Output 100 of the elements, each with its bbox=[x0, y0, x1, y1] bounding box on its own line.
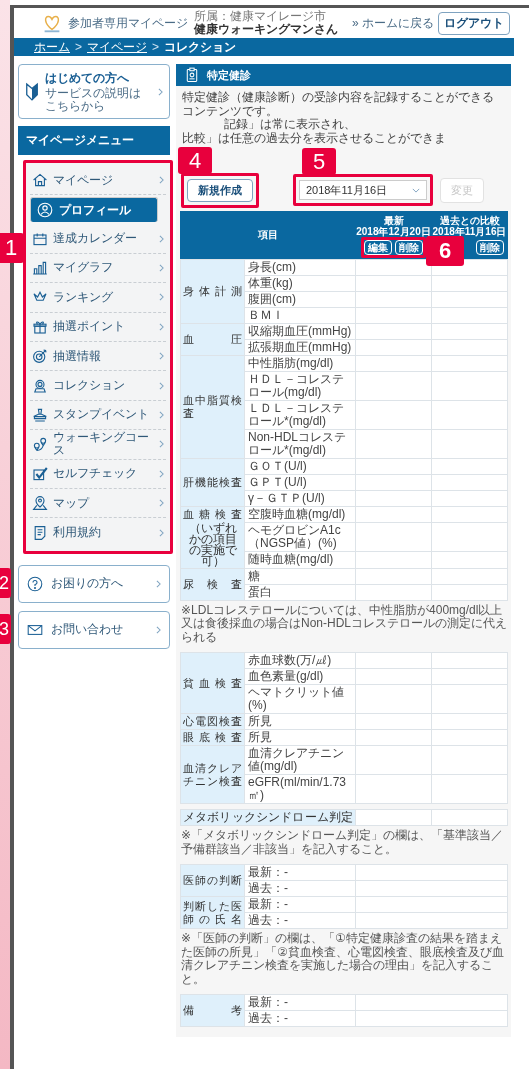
chevron-icon bbox=[159, 263, 164, 272]
clipboard-icon bbox=[186, 67, 198, 83]
group-cell: 貧血検査 bbox=[180, 652, 245, 714]
table-cell: 腹囲(cm) bbox=[244, 291, 356, 307]
group-cell: 肝機能検査 bbox=[180, 458, 245, 506]
menu-item[interactable]: コレクション bbox=[30, 371, 166, 401]
table-cell: ＧＯＴ(U/l) bbox=[244, 458, 356, 474]
location-pins-icon bbox=[32, 436, 48, 453]
chevron-icon bbox=[159, 293, 164, 302]
menu-heading: マイページメニュー bbox=[18, 126, 170, 155]
description-text: 比較」は任意の過去分を表示させることができま bbox=[182, 132, 446, 146]
table-cell: 最新：- bbox=[244, 994, 356, 1011]
menu-item[interactable]: 利用規約 bbox=[30, 518, 166, 548]
breadcrumb-link[interactable]: マイページ bbox=[87, 38, 147, 56]
group-cell: 血圧 bbox=[180, 323, 245, 355]
document-icon bbox=[32, 525, 48, 541]
bar-chart-icon bbox=[32, 259, 48, 276]
logout-button[interactable]: ログアウト bbox=[438, 11, 510, 35]
chevron-icon bbox=[159, 499, 164, 508]
intro-card[interactable]: はじめての方へ サービスの説明はこちらから bbox=[18, 64, 170, 119]
chevron-icon bbox=[159, 469, 164, 478]
table-cell: 拡張期血圧(mmHg) bbox=[244, 339, 356, 355]
table-cell: γ－ＧＴＰ(U/l) bbox=[244, 490, 356, 506]
group-cell: 尿検査 bbox=[180, 568, 245, 600]
footnote-text: ※「メタボリックシンドローム判定」の欄は、「基準該当／予備群該当／非該当」を記入すること。 bbox=[181, 829, 505, 856]
menu-item[interactable]: マイページ bbox=[30, 166, 166, 196]
breadcrumb-link[interactable]: ホーム bbox=[34, 38, 70, 56]
callout-badge: 1 bbox=[0, 233, 24, 263]
column-title: 最新 bbox=[383, 214, 404, 226]
table-cell: 体重(kg) bbox=[244, 275, 356, 291]
home-link[interactable]: » ホームに戻る bbox=[352, 14, 434, 32]
menu-item[interactable]: 抽選ポイント bbox=[30, 312, 166, 342]
menu-item[interactable]: マップ bbox=[30, 488, 166, 519]
callout-badge: 6 bbox=[426, 235, 464, 266]
table-cell: 過去：- bbox=[244, 912, 356, 929]
new-button[interactable]: 新規作成 bbox=[187, 178, 253, 202]
table-cell: 身長(cm) bbox=[244, 259, 356, 275]
description-text: 記録」は常に表示され、 bbox=[224, 117, 356, 131]
site-title: 参加者専用マイページ bbox=[68, 14, 188, 32]
affiliation-text: 所属：健康マイレージ市 bbox=[194, 10, 327, 23]
chevron-icon bbox=[159, 381, 164, 390]
menu-item[interactable]: プロフィール bbox=[30, 197, 158, 223]
footnote-text: ※LDLコレステロールについては、中性脂肪が400mg/dl以上又は食後採血の場合はNon-HDLコレステロールの測定に代えられる bbox=[181, 603, 507, 644]
group-cell: 備考 bbox=[180, 994, 245, 1027]
group-cell: 判断した医師の氏名 bbox=[180, 896, 245, 929]
group-cell: 血中脂質検査 bbox=[180, 355, 245, 458]
callout-badge: 5 bbox=[302, 148, 336, 175]
column-date: 2018年12月20日 bbox=[356, 225, 431, 237]
table-cell: 空腹時血糖(mg/dl) bbox=[244, 506, 356, 523]
chevron-icon bbox=[159, 352, 164, 361]
column-date: 2018年11月16日 bbox=[432, 225, 507, 237]
group-cell: 身体計測 bbox=[180, 259, 245, 323]
table-cell: 血色素量(g/dl) bbox=[244, 668, 356, 685]
menu-item[interactable]: 抽選情報 bbox=[30, 341, 166, 372]
table-cell: 最新：- bbox=[244, 864, 356, 881]
user-name: 健康ウォーキングマンさん bbox=[194, 23, 338, 36]
help-icon bbox=[27, 575, 43, 592]
breadcrumb-separator: > bbox=[152, 40, 160, 54]
group-cell: メタボリックシンドローム判定 bbox=[180, 809, 356, 826]
table-cell: 糖 bbox=[244, 568, 356, 584]
calendar-icon bbox=[32, 230, 48, 247]
date-select[interactable]: 2018年11月16日 bbox=[299, 180, 427, 200]
table-cell: ＨＤＬ－コレステロール(mg/dl) bbox=[244, 371, 356, 400]
callout-badge: 2 bbox=[0, 567, 11, 598]
column-header: 項目 bbox=[180, 211, 356, 258]
table-cell: 中性脂肪(mg/dl) bbox=[244, 355, 356, 371]
gift-icon bbox=[32, 318, 48, 335]
chevron-icon bbox=[158, 87, 163, 96]
table-cell: ＢＭＩ bbox=[244, 307, 356, 323]
breadcrumb-current: コレクション bbox=[164, 38, 237, 56]
table-cell: 血清クレアチニン値(mg/dl) bbox=[244, 745, 356, 775]
callout-badge: 4 bbox=[178, 146, 212, 174]
target-icon bbox=[32, 348, 48, 365]
header-button[interactable]: 削除 bbox=[476, 239, 504, 255]
breadcrumb-separator: > bbox=[75, 40, 82, 54]
table-cell: Non-HDLコレステロール*(mg/dl) bbox=[244, 429, 356, 458]
menu-item[interactable]: スタンプイベント bbox=[30, 400, 166, 431]
house-icon bbox=[32, 172, 48, 189]
group-cell: 医師の判断 bbox=[180, 864, 245, 897]
beginner-mark-icon bbox=[25, 81, 39, 102]
chevron-icon bbox=[156, 625, 161, 634]
help-link[interactable]: お困りの方へ bbox=[18, 564, 170, 603]
menu-item[interactable]: ランキング bbox=[30, 283, 166, 313]
menu-item[interactable]: 達成カレンダー bbox=[30, 224, 166, 254]
menu-item[interactable]: マイグラフ bbox=[30, 253, 166, 284]
menu-item[interactable]: セルフチェック bbox=[30, 459, 166, 489]
table-cell: 随時血糖(mg/dl) bbox=[244, 551, 356, 568]
table-cell: 収縮期血圧(mmHg) bbox=[244, 323, 356, 339]
table-cell: 過去：- bbox=[244, 1010, 356, 1027]
callout-badge: 3 bbox=[0, 613, 11, 644]
contact-link[interactable]: お問い合わせ bbox=[18, 610, 170, 649]
table-cell: 最新：- bbox=[244, 896, 356, 913]
table-cell: 所見 bbox=[244, 713, 356, 730]
description-text: 特定健診（健康診断）の受診内容を記録することができるコンテンツです。 bbox=[182, 91, 495, 118]
menu-item[interactable]: ウォーキングコース bbox=[30, 430, 166, 460]
group-cell: 血清クレアチニン検査 bbox=[180, 745, 245, 804]
person-icon bbox=[37, 202, 53, 219]
medal-icon bbox=[32, 377, 48, 394]
callout-outline bbox=[361, 236, 426, 258]
table-cell: ヘモグロビンA1c（NGSP値）(%) bbox=[244, 522, 356, 552]
